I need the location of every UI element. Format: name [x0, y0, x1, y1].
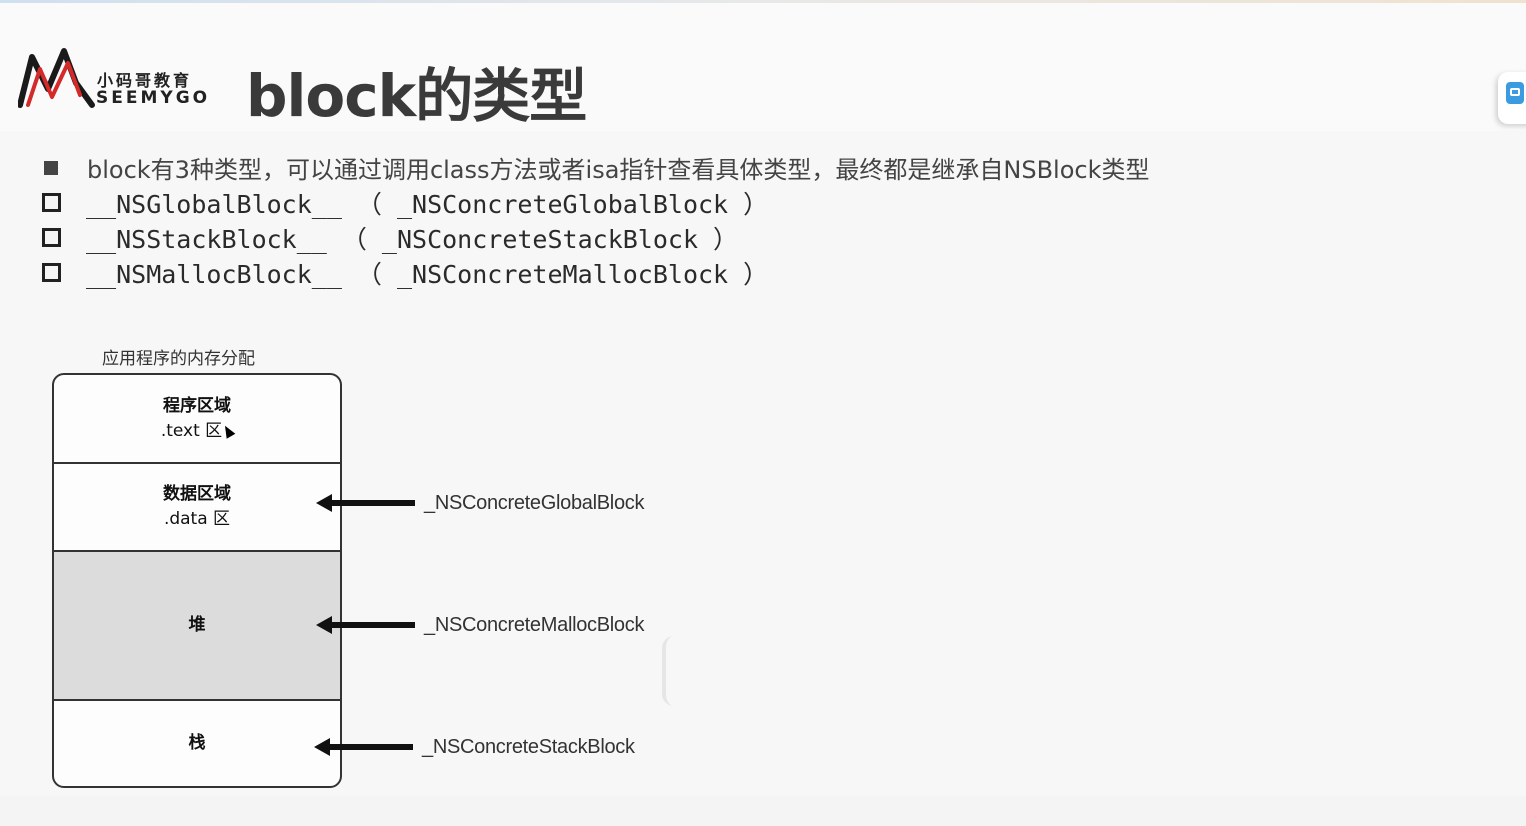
bullet-text: block有3种类型，可以通过调用class方法或者isa指针查看具体类型，最终… [87, 156, 1150, 184]
diagram-caption: 应用程序的内存分配 [102, 349, 255, 369]
segment-text-sub-label: .text 区 [160, 420, 223, 441]
segment-text: 程序区域 .text 区 [54, 375, 340, 464]
screen-share-icon[interactable] [1506, 82, 1524, 104]
left-arrow-icon [316, 494, 415, 512]
bullet-item-global: __NSGlobalBlock__ （ _NSConcreteGlobalBlo… [42, 185, 1150, 220]
slide-header: 小码哥教育 SEEMYGO block的类型 [0, 3, 1526, 131]
bullet-item-malloc: __NSMallocBlock__ （ _NSConcreteMallocBlo… [42, 255, 1150, 290]
segment-text-sub: .text 区 [160, 419, 236, 444]
segment-data: 数据区域 .data 区 [54, 464, 340, 552]
segment-stack-title: 栈 [188, 733, 206, 753]
hollow-square-bullet-icon [42, 263, 61, 282]
left-arrow-icon [316, 616, 415, 634]
bullet-list: block有3种类型，可以通过调用class方法或者isa指针查看具体类型，最终… [42, 150, 1150, 290]
bullet-code-text: __NSGlobalBlock__ （ _NSConcreteGlobalBlo… [86, 189, 769, 219]
arrow-malloc [316, 615, 416, 635]
arrow-label-malloc: _NSConcreteMallocBlock [424, 614, 645, 636]
segment-data-title: 数据区域 [163, 484, 231, 504]
segment-data-sub: .data 区 [163, 509, 231, 529]
left-arrow-icon [314, 738, 413, 756]
segment-stack: 栈 [54, 701, 340, 786]
segment-heap: 堆 [54, 552, 340, 701]
arrow-global [316, 493, 416, 513]
segment-text-title: 程序区域 [163, 395, 231, 416]
side-share-widget[interactable] [1498, 72, 1526, 124]
seemygo-logo: 小码哥教育 SEEMYGO [18, 47, 218, 111]
logo-english-text: SEEMYGO [96, 88, 211, 108]
memory-layout-diagram: 程序区域 .text 区 数据区域 .data 区 堆 栈 [52, 373, 342, 788]
hollow-square-bullet-icon [42, 228, 61, 247]
filled-square-bullet-icon [44, 160, 58, 175]
faint-overlay-edge [662, 636, 678, 706]
bullet-code-text: __NSMallocBlock__ （ _NSConcreteMallocBlo… [86, 259, 769, 289]
logo-m-icon [18, 48, 95, 108]
arrow-label-global: _NSConcreteGlobalBlock [424, 492, 645, 514]
mouse-pointer-icon [220, 422, 236, 439]
arrow-label-stack: _NSConcreteStackBlock [422, 736, 635, 758]
hollow-square-bullet-icon [42, 193, 61, 212]
bullet-code-text: __NSStackBlock__ （ _NSConcreteStackBlock… [86, 224, 739, 254]
bullet-item-intro: block有3种类型，可以通过调用class方法或者isa指针查看具体类型，最终… [42, 150, 1150, 185]
slide-title: block的类型 [246, 62, 587, 130]
arrow-stack [314, 737, 414, 757]
bullet-item-stack: __NSStackBlock__ （ _NSConcreteStackBlock… [42, 220, 1150, 255]
bottom-band [0, 796, 1526, 826]
segment-heap-title: 堆 [188, 615, 206, 635]
